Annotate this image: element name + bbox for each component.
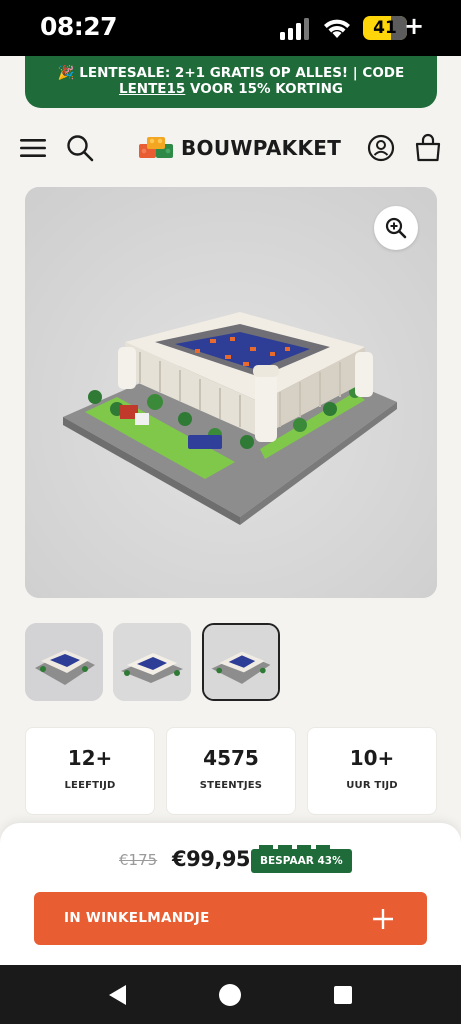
add-to-cart-button[interactable]: IN WINKELMANDJE xyxy=(34,892,427,945)
zoom-in-icon xyxy=(385,217,407,239)
add-to-cart-label: IN WINKELMANDJE xyxy=(64,910,210,926)
thumbnail-image xyxy=(25,623,103,701)
cellular-signal-icon xyxy=(280,18,309,40)
cart-button[interactable] xyxy=(410,130,446,166)
old-price: €175 xyxy=(119,851,158,869)
thumbnail-1[interactable] xyxy=(25,623,103,701)
logo-text: BOUWPAKKET xyxy=(181,136,342,160)
stat-pieces: 4575 STEENTJES xyxy=(166,727,296,815)
status-bar: 08:27 41 + xyxy=(0,0,461,56)
menu-button[interactable] xyxy=(15,130,51,166)
charging-plus-icon: + xyxy=(404,12,425,40)
wifi-icon xyxy=(324,19,350,38)
promo-line-1: 🎉 LENTESALE: 2+1 GRATIS OP ALLES! | CODE xyxy=(57,65,405,81)
site-header: BOUWPAKKET xyxy=(0,122,461,174)
stat-label: STEENTJES xyxy=(199,780,263,791)
account-button[interactable] xyxy=(363,130,399,166)
promo-banner[interactable]: 🎉 LENTESALE: 2+1 GRATIS OP ALLES! | CODE… xyxy=(25,56,437,108)
stat-label: UUR TIJD xyxy=(346,780,398,791)
home-button[interactable] xyxy=(217,982,243,1008)
thumbnail-2[interactable] xyxy=(113,623,191,701)
product-image-main[interactable] xyxy=(25,187,437,598)
promo-line-2: LENTE15 VOOR 15% KORTING xyxy=(118,81,344,97)
system-navigation-bar xyxy=(0,965,461,1024)
promo-code[interactable]: LENTE15 xyxy=(119,81,185,97)
cart-bag-icon xyxy=(415,133,441,162)
thumbnail-3-active[interactable] xyxy=(202,623,280,701)
thumbnail-image xyxy=(113,623,191,701)
recents-square-icon xyxy=(334,986,352,1004)
current-price: €99,95 xyxy=(172,847,251,871)
search-button[interactable] xyxy=(62,130,98,166)
search-icon xyxy=(67,135,94,162)
back-button[interactable] xyxy=(104,982,130,1008)
price-row: €175 €99,95 BESPAAR 43% xyxy=(0,845,461,873)
brick-logo-icon xyxy=(139,137,173,158)
stat-age: 12+ LEEFTIJD xyxy=(25,727,155,815)
status-time: 08:27 xyxy=(40,12,118,41)
stat-value: 12+ xyxy=(67,746,113,770)
menu-icon xyxy=(20,139,46,157)
brand-logo[interactable]: BOUWPAKKET xyxy=(138,132,341,164)
stat-value: 10+ xyxy=(349,746,395,770)
stat-build-time: 10+ UUR TIJD xyxy=(307,727,437,815)
zoom-button[interactable] xyxy=(374,206,418,250)
plus-icon xyxy=(373,909,393,929)
home-circle-icon xyxy=(219,984,241,1006)
stat-label: LEEFTIJD xyxy=(64,780,116,791)
battery-indicator: 41 xyxy=(363,16,407,40)
thumbnail-image xyxy=(204,625,278,699)
recents-button[interactable] xyxy=(330,982,356,1008)
stat-value: 4575 xyxy=(203,746,259,770)
product-stats: 12+ LEEFTIJD 4575 STEENTJES 10+ UUR TIJD xyxy=(25,727,437,815)
purchase-panel: €175 €99,95 BESPAAR 43% IN WINKELMANDJE xyxy=(0,823,461,965)
discount-badge: BESPAAR 43% xyxy=(251,845,352,873)
account-icon xyxy=(367,134,395,162)
stadium-model-image xyxy=(25,187,437,598)
back-triangle-icon xyxy=(109,985,126,1005)
